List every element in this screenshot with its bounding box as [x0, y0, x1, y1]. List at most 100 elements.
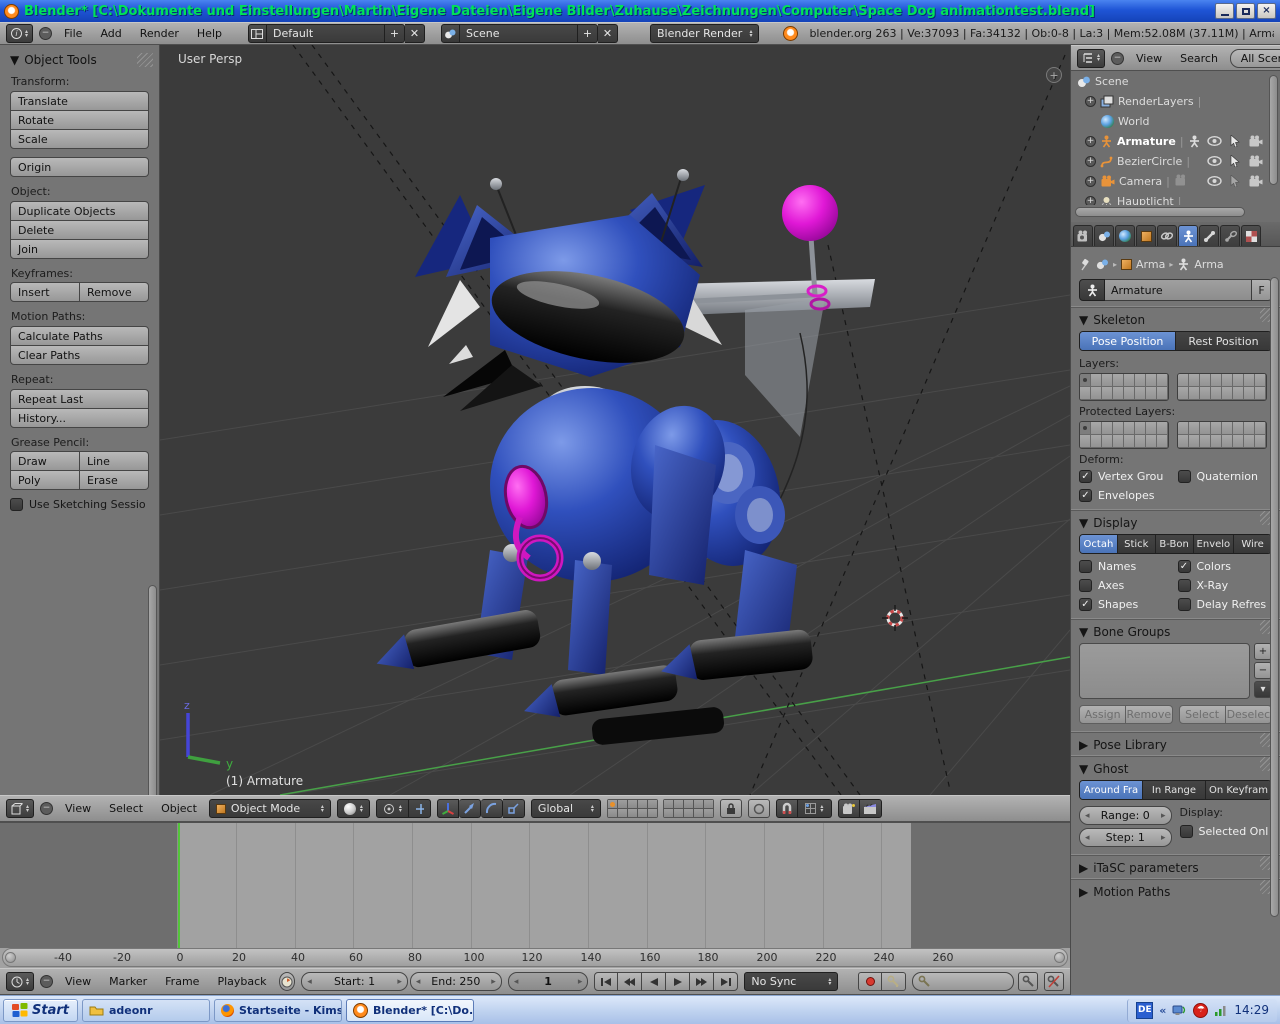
renderable-camera-icon[interactable]: [1248, 155, 1263, 167]
gp-erase-button[interactable]: Erase: [80, 470, 149, 490]
manipulator-arrow-button[interactable]: [459, 799, 481, 818]
selectable-cursor-icon[interactable]: [1230, 135, 1240, 147]
ghost-range-field[interactable]: ◂Range: 0▸: [1079, 806, 1172, 825]
lock-to-scene-button[interactable]: [720, 799, 742, 818]
octahedral-button[interactable]: Octah: [1080, 535, 1117, 553]
calculate-paths-button[interactable]: Calculate Paths: [10, 326, 149, 346]
expander-icon[interactable]: +: [1085, 176, 1096, 187]
editor-type-button[interactable]: i ▴▾: [6, 24, 33, 43]
selectable-cursor-icon[interactable]: [1230, 155, 1240, 167]
manipulator-translate-button[interactable]: [437, 799, 459, 818]
visibility-eye-icon[interactable]: [1207, 176, 1222, 186]
language-indicator[interactable]: DE: [1136, 1002, 1153, 1019]
menu-help[interactable]: Help: [191, 27, 228, 40]
menu-view[interactable]: View: [59, 802, 97, 815]
shapes-option[interactable]: ✓Shapes: [1079, 598, 1174, 611]
object-tools-panel-header[interactable]: ▼ Object Tools: [10, 53, 149, 67]
collapse-menus-icon[interactable]: −: [39, 27, 52, 40]
restore-button[interactable]: [1236, 3, 1255, 19]
timeline-scale[interactable]: -40 -20 0 20 40 60 80 100 120 140 160 18…: [2, 948, 1068, 967]
mode-select[interactable]: Object Mode ▴▾: [209, 799, 331, 818]
protected-layers[interactable]: [1079, 421, 1272, 449]
screen-layout-add-button[interactable]: +: [385, 24, 405, 43]
collapse-menus-icon[interactable]: −: [1111, 52, 1124, 65]
tab-physics[interactable]: [1241, 225, 1261, 246]
minimize-button[interactable]: [1215, 3, 1234, 19]
proportional-edit-button[interactable]: [748, 799, 770, 818]
xray-option[interactable]: X-Ray: [1178, 579, 1273, 592]
expander-icon[interactable]: +: [1085, 196, 1096, 206]
pivot-point-select[interactable]: ▴▾: [376, 799, 409, 818]
next-keyframe-button[interactable]: [690, 972, 714, 991]
translate-button[interactable]: Translate: [10, 91, 149, 111]
timeline-scrub-area[interactable]: [0, 823, 1070, 948]
tab-bone-constraints[interactable]: [1220, 225, 1240, 246]
start-button[interactable]: Start: [3, 999, 78, 1022]
tool-shelf-scrollbar[interactable]: [148, 585, 157, 825]
pin-icon[interactable]: [1079, 258, 1092, 271]
remove-button[interactable]: Remove: [1126, 705, 1172, 724]
bone-groups-list[interactable]: [1079, 643, 1250, 699]
taskbar-task-firefox[interactable]: Startseite - Kims...: [214, 999, 342, 1022]
history-button[interactable]: History...: [10, 408, 149, 428]
manipulator-scale-button[interactable]: [503, 799, 525, 818]
tab-bone[interactable]: [1199, 225, 1219, 246]
outliner-row-renderlayers[interactable]: + RenderLayers|: [1071, 91, 1267, 111]
render-anim-button[interactable]: [860, 799, 882, 818]
timeline-editor[interactable]: -40 -20 0 20 40 60 80 100 120 140 160 18…: [0, 822, 1070, 968]
outliner-row-world[interactable]: World: [1071, 111, 1267, 131]
jump-to-end-button[interactable]: [714, 972, 738, 991]
quaternion-option[interactable]: Quaternion: [1178, 470, 1273, 483]
delete-button[interactable]: Delete: [10, 220, 149, 240]
colors-option[interactable]: ✓Colors: [1178, 560, 1273, 573]
ghost-panel-header[interactable]: ▼Ghost: [1079, 757, 1272, 780]
repeat-last-button[interactable]: Repeat Last: [10, 389, 149, 409]
outliner-vscrollbar[interactable]: [1269, 75, 1278, 185]
manipulator-rotate-button[interactable]: [481, 799, 503, 818]
origin-button[interactable]: Origin: [10, 157, 149, 177]
keying-set-button[interactable]: [882, 972, 906, 991]
outliner-hscrollbar[interactable]: [1075, 207, 1245, 217]
renderable-camera-icon[interactable]: [1248, 135, 1263, 147]
breadcrumb-data[interactable]: Arma: [1194, 258, 1223, 271]
display-panel-header[interactable]: ▼Display: [1079, 511, 1272, 534]
properties-scrollbar[interactable]: [1270, 277, 1279, 917]
menu-view[interactable]: View: [59, 975, 97, 988]
datablock-name-field[interactable]: Armature: [1105, 279, 1252, 301]
manipulator-toggle-button[interactable]: [409, 799, 431, 818]
expander-icon[interactable]: +: [1085, 96, 1096, 107]
outliner-row-beziercircle[interactable]: + BezierCircle|: [1071, 151, 1267, 171]
frame-start-field[interactable]: ◂Start: 1▸: [301, 972, 408, 991]
renderable-camera-icon[interactable]: [1248, 175, 1263, 187]
visibility-eye-icon[interactable]: [1207, 136, 1222, 146]
armature-layers[interactable]: [1079, 373, 1272, 401]
sketching-session-checkbox[interactable]: [10, 498, 23, 511]
visibility-eye-icon[interactable]: [1207, 156, 1222, 166]
titlebar[interactable]: Blender* [C:\Dokumente und Einstellungen…: [0, 0, 1280, 22]
on-keyframes-button[interactable]: On Keyfram: [1205, 781, 1271, 799]
screen-layout-field[interactable]: Default: [267, 24, 385, 43]
avira-icon[interactable]: ☂: [1193, 1003, 1208, 1018]
assign-button[interactable]: Assign: [1079, 705, 1126, 724]
stick-button[interactable]: Stick: [1117, 535, 1155, 553]
menu-view[interactable]: View: [1130, 52, 1168, 65]
gp-line-button[interactable]: Line: [80, 451, 149, 471]
insert-keyframe-button[interactable]: Insert: [10, 282, 80, 302]
tab-object[interactable]: [1136, 225, 1156, 246]
scale-button[interactable]: Scale: [10, 129, 149, 149]
menu-add[interactable]: Add: [94, 27, 127, 40]
expander-icon[interactable]: +: [1085, 136, 1096, 147]
tab-object-data-armature[interactable]: [1178, 225, 1198, 246]
envelope-button[interactable]: Envelo: [1193, 535, 1234, 553]
menu-search[interactable]: Search: [1174, 52, 1224, 65]
sketching-session-row[interactable]: Use Sketching Sessio: [10, 498, 149, 511]
duplicate-objects-button[interactable]: Duplicate Objects: [10, 201, 149, 221]
tab-world[interactable]: [1115, 225, 1135, 246]
render-opengl-button[interactable]: [838, 799, 860, 818]
axes-option[interactable]: Axes: [1079, 579, 1174, 592]
gp-poly-button[interactable]: Poly: [10, 470, 80, 490]
screen-layout-delete-button[interactable]: ✕: [405, 24, 425, 43]
layers-widget[interactable]: [607, 799, 714, 818]
ik-target-ball[interactable]: [782, 185, 838, 241]
remove-keyframe-button[interactable]: Remove: [80, 282, 149, 302]
